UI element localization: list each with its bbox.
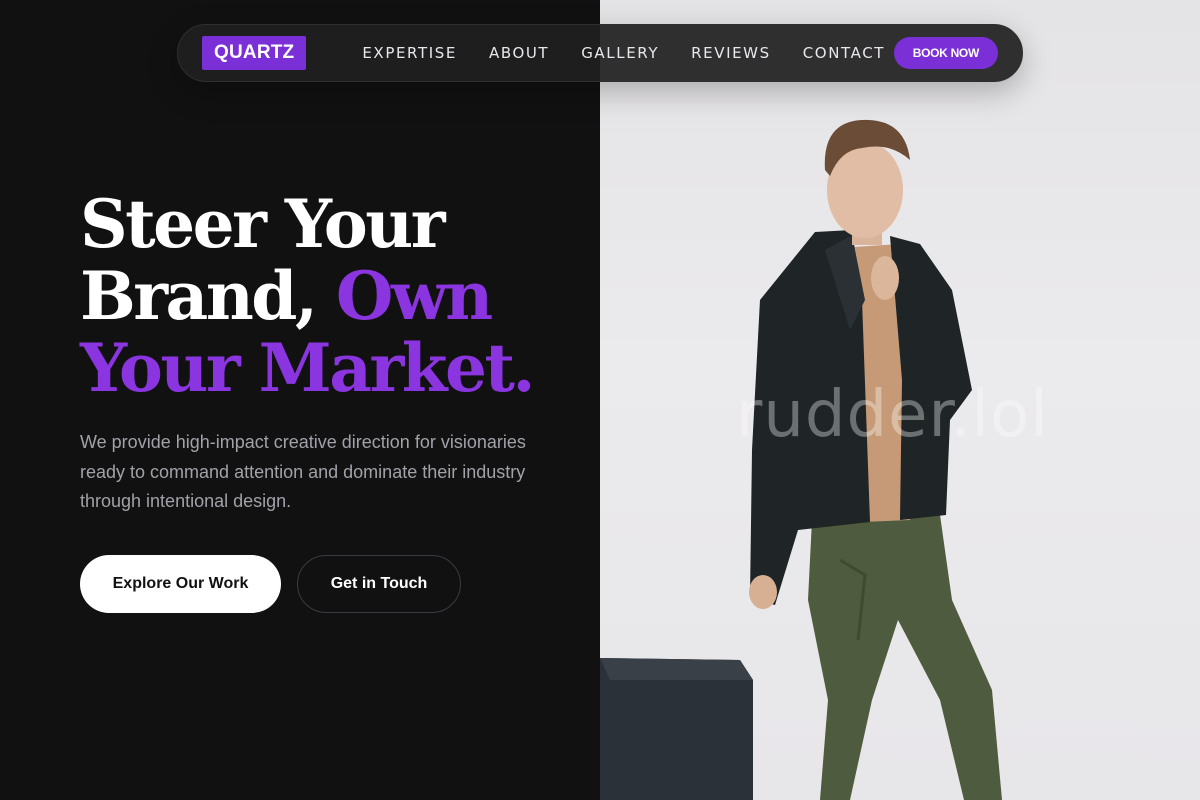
explore-our-work-button[interactable]: Explore Our Work xyxy=(80,555,281,613)
nav-links: EXPERTISE ABOUT GALLERY REVIEWS CONTACT xyxy=(362,44,885,62)
top-navbar: QUARTZ EXPERTISE ABOUT GALLERY REVIEWS C… xyxy=(177,24,1023,82)
hero-title-line2-accent: Own xyxy=(335,257,493,335)
hero-title-line1: Steer Your xyxy=(80,185,446,263)
nav-link-contact[interactable]: CONTACT xyxy=(803,44,885,62)
nav-link-reviews[interactable]: REVIEWS xyxy=(691,44,771,62)
nav-link-expertise[interactable]: EXPERTISE xyxy=(362,44,457,62)
photo-watermark: rudder.lol xyxy=(736,378,1049,452)
hero-title-line2-white: Brand, xyxy=(80,257,336,335)
hero-photo: rudder.lol xyxy=(600,0,1200,800)
brand-logo[interactable]: QUARTZ xyxy=(202,36,307,70)
get-in-touch-button[interactable]: Get in Touch xyxy=(297,555,461,613)
nav-link-about[interactable]: ABOUT xyxy=(489,44,549,62)
hero-title-line3-accent: Your Market. xyxy=(80,329,535,407)
nav-link-gallery[interactable]: GALLERY xyxy=(581,44,659,62)
hero-title: Steer Your Brand, Own Your Market. xyxy=(80,188,580,404)
hero-subtitle: We provide high-impact creative directio… xyxy=(80,432,526,511)
book-now-button[interactable]: BOOK NOW xyxy=(893,37,998,69)
